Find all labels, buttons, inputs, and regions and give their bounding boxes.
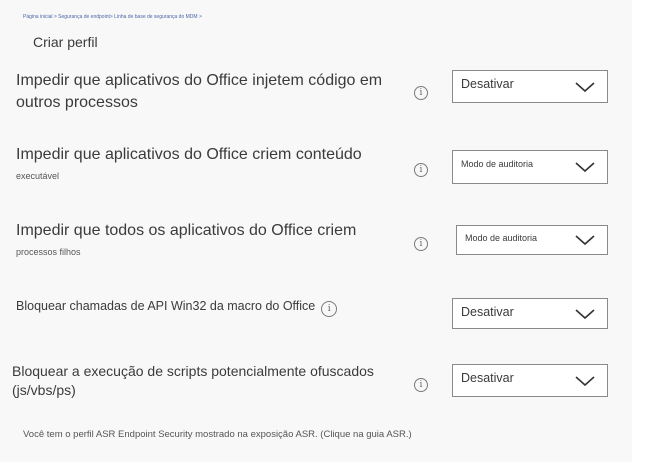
setting-label-office-executable-content: Impedir que aplicativos do Office criem … — [16, 144, 406, 182]
breadcrumb[interactable]: Página inicial > Segurança de endpoint> … — [23, 14, 202, 20]
setting-label-win32-api-calls: Bloquear chamadas de API Win32 da macro … — [16, 298, 376, 318]
setting-label-subtext: executável — [16, 170, 60, 181]
footer-note: Você tem o perfil ASR Endpoint Security … — [23, 429, 412, 440]
profile-panel: Página inicial > Segurança de endpoint> … — [0, 0, 632, 462]
info-icon[interactable]: i — [414, 163, 428, 177]
dropdown-value: Desativar — [461, 371, 514, 385]
setting-dropdown-office-child-processes[interactable]: Modo de auditoria — [456, 225, 608, 255]
setting-label-office-child-processes: Impedir que todos os aplicativos do Offi… — [16, 220, 406, 258]
info-icon[interactable]: i — [414, 378, 428, 392]
dropdown-value: Desativar — [461, 77, 514, 91]
setting-label-main: Bloquear chamadas de API Win32 da macro … — [16, 299, 316, 313]
chevron-down-icon — [575, 235, 595, 246]
info-icon[interactable]: i — [414, 86, 428, 100]
setting-label-office-inject-code: Impedir que aplicativos do Office injete… — [16, 72, 383, 111]
setting-dropdown-win32-api-calls[interactable]: Desativar — [452, 298, 608, 329]
setting-dropdown-office-inject-code[interactable]: Desativar — [452, 70, 608, 103]
page-title: Criar perfil — [33, 34, 98, 50]
dropdown-value: Desativar — [461, 305, 514, 319]
setting-label-main: Impedir que todos os aplicativos do Offi… — [16, 222, 357, 239]
dropdown-value: Modo de auditoria — [465, 233, 538, 243]
setting-dropdown-obfuscated-scripts[interactable]: Desativar — [452, 364, 608, 397]
chevron-down-icon — [575, 162, 595, 173]
setting-label-subtext: processos filhos — [16, 246, 81, 257]
info-icon[interactable]: i — [414, 237, 428, 251]
chevron-down-icon — [575, 375, 595, 386]
setting-label-obfuscated-scripts: Bloquear a execução de scripts potencial… — [12, 363, 374, 398]
setting-dropdown-office-executable-content[interactable]: Modo de auditoria — [452, 150, 608, 184]
dropdown-value: Modo de auditoria — [461, 159, 534, 169]
setting-label-main: Impedir que aplicativos do Office criem … — [16, 146, 362, 163]
chevron-down-icon — [575, 81, 595, 92]
chevron-down-icon — [575, 308, 595, 319]
info-icon[interactable]: i — [321, 301, 338, 318]
